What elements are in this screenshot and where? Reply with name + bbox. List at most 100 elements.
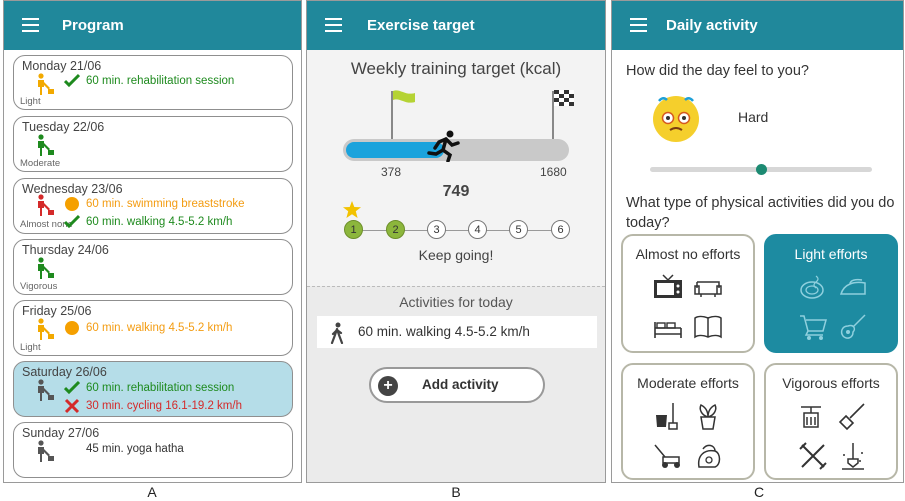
- day-card-saturday[interactable]: Saturday 26/06 60 min. rehabilitation se…: [13, 361, 293, 417]
- vacuum-icon: [697, 444, 721, 468]
- shovel-icon: [838, 403, 865, 431]
- activity-item: 60 min. walking 4.5-5.2 km/h: [64, 214, 232, 229]
- light-activity-figure-icon: [38, 73, 54, 95]
- day-date: Friday 25/06: [22, 304, 92, 318]
- day-card-sunday[interactable]: Sunday 27/06 45 min. yoga hatha: [13, 422, 293, 478]
- category-label: Light efforts: [794, 246, 868, 262]
- page-title: Exercise target: [367, 17, 475, 34]
- day-date: Thursday 24/06: [22, 243, 109, 257]
- guitar-icon: [840, 314, 866, 339]
- shopping-cart-icon: [800, 315, 827, 340]
- encouragement-text: Keep going!: [418, 247, 494, 263]
- menu-icon[interactable]: [325, 18, 342, 32]
- steps-line: [351, 230, 561, 231]
- almost-none-activity-figure-icon: [38, 194, 54, 216]
- day-date: Sunday 27/06: [22, 426, 100, 440]
- check-icon: [64, 214, 80, 229]
- app-header: Program: [4, 1, 301, 50]
- bed-icon: [654, 322, 682, 338]
- day-card-wednesday[interactable]: Wednesday 23/06 Almost none 60 min. swim…: [13, 178, 293, 234]
- weekly-target-title: Weekly training target (kcal): [350, 59, 562, 78]
- day-card-tuesday[interactable]: Tuesday 22/06 Moderate: [13, 116, 293, 172]
- category-label: Moderate efforts: [637, 375, 739, 391]
- lawn-mower-icon: [654, 444, 680, 468]
- category-almost-no-efforts[interactable]: Almost no efforts: [621, 234, 755, 353]
- activity-item: 60 min. swimming breaststroke: [65, 197, 245, 211]
- category-moderate-efforts[interactable]: Moderate efforts: [621, 363, 755, 480]
- moderate-activity-figure-icon: [38, 134, 54, 156]
- activity-item: 60 min. rehabilitation session: [64, 380, 234, 395]
- feeling-value: Hard: [738, 109, 769, 125]
- ironing-icon: [839, 278, 866, 295]
- start-flag-icon: [393, 90, 415, 103]
- app-header: Exercise target: [307, 1, 605, 50]
- category-label: Almost no efforts: [635, 246, 741, 262]
- feeling-question: How did the day feel to you?: [626, 63, 809, 79]
- step-3: 3: [427, 220, 446, 239]
- feeling-slider[interactable]: [650, 164, 872, 175]
- mop-bucket-icon: [656, 403, 678, 430]
- today-activity-text: 60 min. walking 4.5-5.2 km/h: [358, 324, 530, 339]
- menu-icon[interactable]: [630, 18, 647, 32]
- category-light-efforts[interactable]: Light efforts: [764, 234, 898, 353]
- step-6: 6: [551, 220, 570, 239]
- light-activity-figure-icon: [38, 318, 54, 340]
- effort-level-label: Light: [20, 96, 41, 107]
- plant-icon: [699, 403, 717, 430]
- page-title: Daily activity: [666, 17, 758, 34]
- activity-figure-icon: [38, 440, 54, 462]
- book-icon: [694, 315, 722, 339]
- day-card-friday[interactable]: Friday 25/06 Light 60 min. walking 4.5-5…: [13, 300, 293, 356]
- effort-level-label: Moderate: [20, 158, 61, 169]
- max-target-label: 1680: [540, 165, 567, 179]
- add-activity-label: Add activity: [422, 377, 499, 392]
- activity-figure-icon: [38, 379, 54, 401]
- finish-flag-icon: [554, 90, 574, 106]
- day-date: Tuesday 22/06: [22, 120, 105, 134]
- page-title: Program: [62, 17, 124, 34]
- day-date: Saturday 26/06: [22, 365, 107, 379]
- step-5: 5: [509, 220, 528, 239]
- effort-level-label: Light: [20, 342, 41, 353]
- plus-icon: +: [378, 376, 398, 396]
- activity-item: 45 min. yoga hatha: [86, 443, 184, 455]
- step-1: 1: [344, 220, 363, 239]
- current-kcal-value: 749: [442, 183, 470, 200]
- feeling-slider-handle[interactable]: [756, 164, 767, 175]
- activity-type-question: What type of physical activities did you…: [626, 195, 895, 231]
- partial-circle-icon: [65, 321, 79, 335]
- runner-icon: [427, 130, 460, 162]
- step-4: 4: [468, 220, 487, 239]
- partial-circle-icon: [65, 197, 79, 211]
- cooking-icon: [800, 275, 824, 299]
- panel-caption: A: [147, 484, 157, 500]
- app-header: Daily activity: [612, 1, 903, 50]
- today-activity-row[interactable]: 60 min. walking 4.5-5.2 km/h: [317, 316, 597, 348]
- menu-icon[interactable]: [22, 18, 39, 32]
- panel-caption: B: [451, 484, 461, 500]
- tools-icon: [799, 442, 827, 470]
- heavy-cleaning-icon: [801, 406, 821, 428]
- activity-item: 30 min. cycling 16.1-19.2 km/h: [64, 398, 242, 414]
- activity-item: 60 min. rehabilitation session: [64, 73, 234, 88]
- activities-header: Activities for today: [399, 294, 513, 310]
- sofa-icon: [694, 281, 722, 297]
- day-card-thursday[interactable]: Thursday 24/06 Vigorous: [13, 239, 293, 295]
- walking-icon: [330, 322, 344, 344]
- add-activity-button[interactable]: + Add activity: [369, 367, 545, 403]
- check-icon: [64, 73, 80, 88]
- tv-icon: [654, 274, 682, 298]
- cross-icon: [64, 398, 80, 414]
- daily-activity-panel: Daily activity How did the day feel to y…: [611, 0, 904, 483]
- category-vigorous-efforts[interactable]: Vigorous efforts: [764, 363, 898, 480]
- min-target-label: 378: [381, 165, 402, 179]
- program-panel: Program Monday 21/06 Light 60 min. rehab…: [3, 0, 302, 483]
- check-icon: [64, 380, 80, 395]
- effort-level-label: Vigorous: [20, 281, 58, 292]
- exercise-target-panel: Exercise target Weekly training target (…: [306, 0, 606, 483]
- panel-caption: C: [753, 484, 765, 500]
- day-date: Monday 21/06: [22, 59, 102, 73]
- digging-icon: [842, 443, 864, 470]
- day-card-monday[interactable]: Monday 21/06 Light 60 min. rehabilitatio…: [13, 55, 293, 110]
- category-label: Vigorous efforts: [782, 375, 880, 391]
